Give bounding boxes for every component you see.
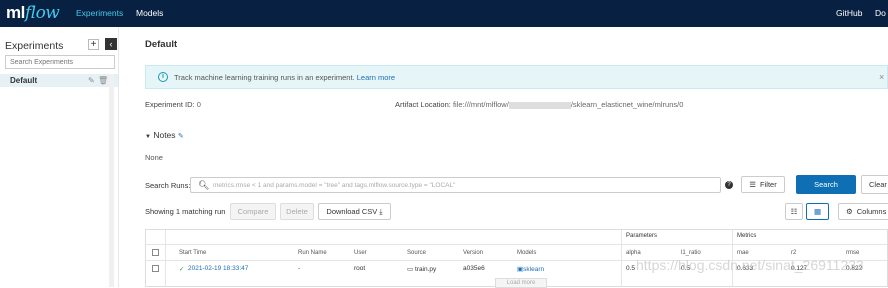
- top-nav-bar: mlflow Experiments Models GitHub Do: [0, 0, 888, 27]
- mlflow-logo[interactable]: mlflow: [6, 3, 60, 23]
- metrics-group-header: Metrics: [737, 233, 757, 239]
- check-circle-icon: ✓: [179, 266, 185, 273]
- learn-more-link[interactable]: Learn more: [357, 73, 395, 82]
- create-experiment-button[interactable]: +: [88, 39, 99, 50]
- artifact-location: Artifact Location: file:///mnt/mlflow/ /s…: [395, 100, 683, 109]
- logo-flow: flow: [24, 3, 60, 23]
- header-version[interactable]: Version: [463, 250, 483, 256]
- run-source[interactable]: ▭ train.py: [407, 265, 436, 273]
- delete-button[interactable]: Delete: [280, 203, 314, 220]
- run-model-text: sklearn: [523, 266, 545, 273]
- info-icon: i: [158, 72, 168, 82]
- nav-github[interactable]: GitHub: [836, 8, 862, 18]
- info-banner: i Track machine learning training runs i…: [145, 65, 888, 89]
- edit-notes-icon[interactable]: ✎: [178, 133, 184, 140]
- banner-message: Track machine learning training runs in …: [174, 73, 355, 82]
- logo-ml: ml: [6, 3, 25, 22]
- caret-down-icon: ▼: [145, 134, 151, 140]
- download-icon: ⤓: [379, 206, 383, 216]
- artifact-location-label: Artifact Location:: [395, 100, 451, 109]
- run-source-text: train.py: [414, 266, 437, 273]
- collapse-sidebar-button[interactable]: ‹: [105, 38, 117, 50]
- run-start-time-text: 2021-02-19 18:33:47: [188, 265, 249, 272]
- notes-value: None: [145, 153, 163, 162]
- gear-icon: ⚙: [846, 207, 853, 216]
- column-divider: [621, 230, 622, 286]
- table-view-button[interactable]: ▦: [806, 203, 829, 220]
- sidebar-item-default[interactable]: Default ✎ 🗑: [0, 74, 118, 87]
- run-start-time[interactable]: ✓ 2021-02-19 18:33:47: [179, 265, 249, 273]
- filter-icon: ☰: [749, 180, 757, 189]
- download-label: Download CSV: [326, 207, 378, 216]
- page-title: Default: [145, 39, 178, 50]
- run-version: a035e6: [463, 265, 485, 272]
- search-icon: 🔍︎: [198, 180, 210, 190]
- search-button[interactable]: Search: [796, 175, 856, 194]
- header-start-time[interactable]: Start Time: [179, 250, 206, 256]
- nav-docs[interactable]: Do: [875, 8, 886, 18]
- file-icon: ▭: [407, 266, 414, 273]
- sidebar-item-label: Default: [10, 76, 38, 85]
- filter-label: Filter: [760, 180, 777, 189]
- group-header-divider: [146, 244, 887, 245]
- parameters-group-header: Parameters: [626, 233, 658, 239]
- matching-runs-count: Showing 1 matching run: [145, 207, 226, 216]
- clear-button[interactable]: Clear: [861, 175, 888, 194]
- artifact-path-prefix: file:///mnt/mlflow/: [452, 100, 509, 109]
- grid-icon: ▦: [813, 207, 822, 216]
- experiment-id-label: Experiment ID:: [145, 100, 195, 109]
- experiment-id-value: 0: [196, 100, 201, 109]
- header-run-name[interactable]: Run Name: [298, 250, 327, 256]
- nav-models[interactable]: Models: [136, 8, 163, 18]
- columns-button[interactable]: ⚙ Columns: [838, 203, 888, 220]
- redacted-path: [508, 101, 571, 109]
- list-view-button[interactable]: ☷: [785, 203, 803, 220]
- experiment-id: Experiment ID: 0: [145, 100, 201, 109]
- header-models[interactable]: Models: [517, 250, 536, 256]
- notes-toggle[interactable]: ▼ Notes ✎: [145, 130, 184, 140]
- header-l1-ratio[interactable]: l1_ratio: [681, 250, 701, 256]
- experiment-search-input[interactable]: [5, 55, 115, 69]
- filter-button[interactable]: ☰ Filter: [741, 176, 785, 193]
- run-user: root: [354, 265, 366, 272]
- banner-text: Track machine learning training runs in …: [174, 73, 395, 82]
- sidebar-title: Experiments: [5, 40, 64, 52]
- header-source[interactable]: Source: [407, 250, 426, 256]
- help-icon[interactable]: ?: [725, 181, 733, 189]
- compare-button[interactable]: Compare: [230, 203, 276, 220]
- select-all-checkbox[interactable]: [152, 249, 159, 256]
- header-alpha[interactable]: alpha: [626, 250, 641, 256]
- header-mae[interactable]: mae: [737, 250, 749, 256]
- close-icon[interactable]: ×: [879, 72, 884, 82]
- notes-label: Notes: [153, 130, 176, 140]
- header-r2[interactable]: r2: [791, 250, 796, 256]
- experiments-sidebar: Experiments + ‹ Default ✎ 🗑: [0, 27, 119, 287]
- param-alpha: 0.5: [626, 265, 636, 272]
- download-csv-button[interactable]: Download CSV ⤓: [318, 203, 391, 220]
- run-model[interactable]: ▣sklearn: [517, 265, 544, 273]
- columns-label: Columns: [856, 207, 887, 216]
- search-placeholder: metrics.rmse < 1 and params.model = "tre…: [213, 182, 456, 189]
- row-checkbox[interactable]: [152, 265, 159, 272]
- trash-icon[interactable]: 🗑: [98, 76, 108, 85]
- column-divider: [165, 230, 166, 286]
- nav-experiments[interactable]: Experiments: [76, 8, 123, 18]
- artifact-path-suffix: /sklearn_elasticnet_wine/mlruns/0: [570, 100, 684, 109]
- pencil-icon[interactable]: ✎: [88, 76, 95, 85]
- watermark: https://blog.csdn.net/sinat_26911233: [636, 257, 864, 273]
- run-name: -: [298, 265, 301, 272]
- header-rmse[interactable]: rmse: [846, 250, 859, 256]
- search-runs-input[interactable]: 🔍︎ metrics.rmse < 1 and params.model = "…: [190, 177, 721, 193]
- list-icon: ☷: [790, 207, 798, 216]
- header-user[interactable]: User: [354, 250, 367, 256]
- search-runs-label: Search Runs:: [145, 181, 191, 190]
- sidebar-scrollbar[interactable]: [109, 74, 114, 287]
